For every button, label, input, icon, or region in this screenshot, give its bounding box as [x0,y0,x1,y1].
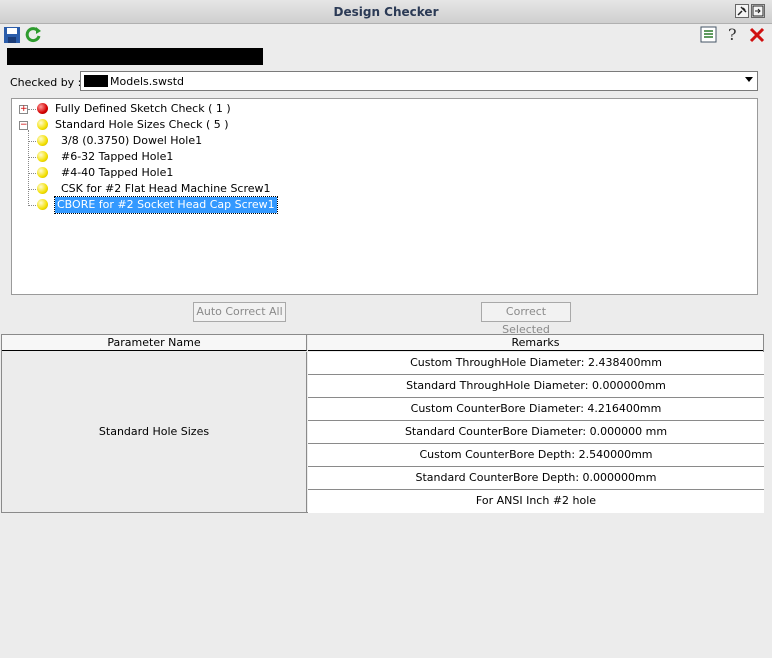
remarks-cell[interactable]: Standard CounterBore Depth: 0.000000mm [308,467,764,490]
pin-button[interactable] [735,4,749,18]
remarks-cell[interactable]: Custom ThroughHole Diameter: 2.438400mm [308,352,764,375]
checked-by-label: Checked by : [10,76,82,89]
yellow-status-bulb-icon [37,199,48,210]
remarks-cell[interactable]: Custom CounterBore Diameter: 4.216400mm [308,398,764,421]
yellow-status-bulb-icon [37,135,48,146]
yellow-status-bulb-icon [37,183,48,194]
parameter-name-cell[interactable]: Standard Hole Sizes [2,352,307,513]
window-title: Design Checker [333,5,439,19]
remarks-cell[interactable]: Standard ThroughHole Diameter: 0.000000m… [308,375,764,398]
tree-item-cbore-socket-head[interactable]: CBORE for #2 Socket Head Cap Screw1 [54,196,278,214]
remarks-cell[interactable]: For ANSI Inch #2 hole [308,490,764,513]
tree-item-4-40-tapped-hole[interactable]: #4-40 Tapped Hole1 [61,165,173,181]
dock-button[interactable] [751,4,765,18]
correct-selected-button[interactable]: Correct Selected [481,302,571,336]
tree-item-6-32-tapped-hole[interactable]: #6-32 Tapped Hole1 [61,149,173,165]
list-icon[interactable] [700,26,718,44]
chevron-down-icon[interactable] [745,77,753,82]
svg-text:?: ? [728,25,737,43]
checked-by-value: Models.swstd [110,75,185,88]
yellow-status-bulb-icon [37,119,48,130]
column-header-parameter-name: Parameter Name [2,335,307,351]
remarks-cell[interactable]: Standard CounterBore Diameter: 0.000000 … [308,421,764,444]
auto-correct-all-button[interactable]: Auto Correct All [193,302,286,322]
remarks-cell[interactable]: Custom CounterBore Depth: 2.540000mm [308,444,764,467]
collapse-minus-icon[interactable]: − [19,121,28,130]
refresh-icon[interactable] [24,25,42,43]
dock-icon [752,5,764,17]
tree-item-csk-flat-head[interactable]: CSK for #2 Flat Head Machine Screw1 [61,181,271,197]
redacted-path [84,75,108,87]
results-grid[interactable]: Parameter Name Remarks Standard Hole Siz… [1,334,764,513]
yellow-status-bulb-icon [37,151,48,162]
checked-by-select[interactable]: Models.swstd [80,71,758,91]
check-results-tree[interactable]: + Fully Defined Sketch Check ( 1 ) − Sta… [11,98,758,295]
column-header-remarks: Remarks [308,335,763,351]
save-icon[interactable] [3,26,21,44]
yellow-status-bulb-icon [37,167,48,178]
red-status-bulb-icon [37,103,48,114]
tree-group-standard-hole-sizes[interactable]: Standard Hole Sizes Check ( 5 ) [55,117,229,133]
tree-item-dowel-hole[interactable]: 3/8 (0.3750) Dowel Hole1 [61,133,202,149]
help-icon[interactable]: ? [724,25,742,44]
parameter-name-text: Standard Hole Sizes [98,425,210,438]
expand-plus-icon[interactable]: + [19,105,28,114]
pin-icon [737,6,747,16]
redacted-file-name [7,48,263,65]
close-icon[interactable] [748,26,766,44]
tree-connector [28,109,36,110]
tree-group-fully-defined[interactable]: Fully Defined Sketch Check ( 1 ) [55,101,231,117]
title-bar: Design Checker [0,0,772,24]
